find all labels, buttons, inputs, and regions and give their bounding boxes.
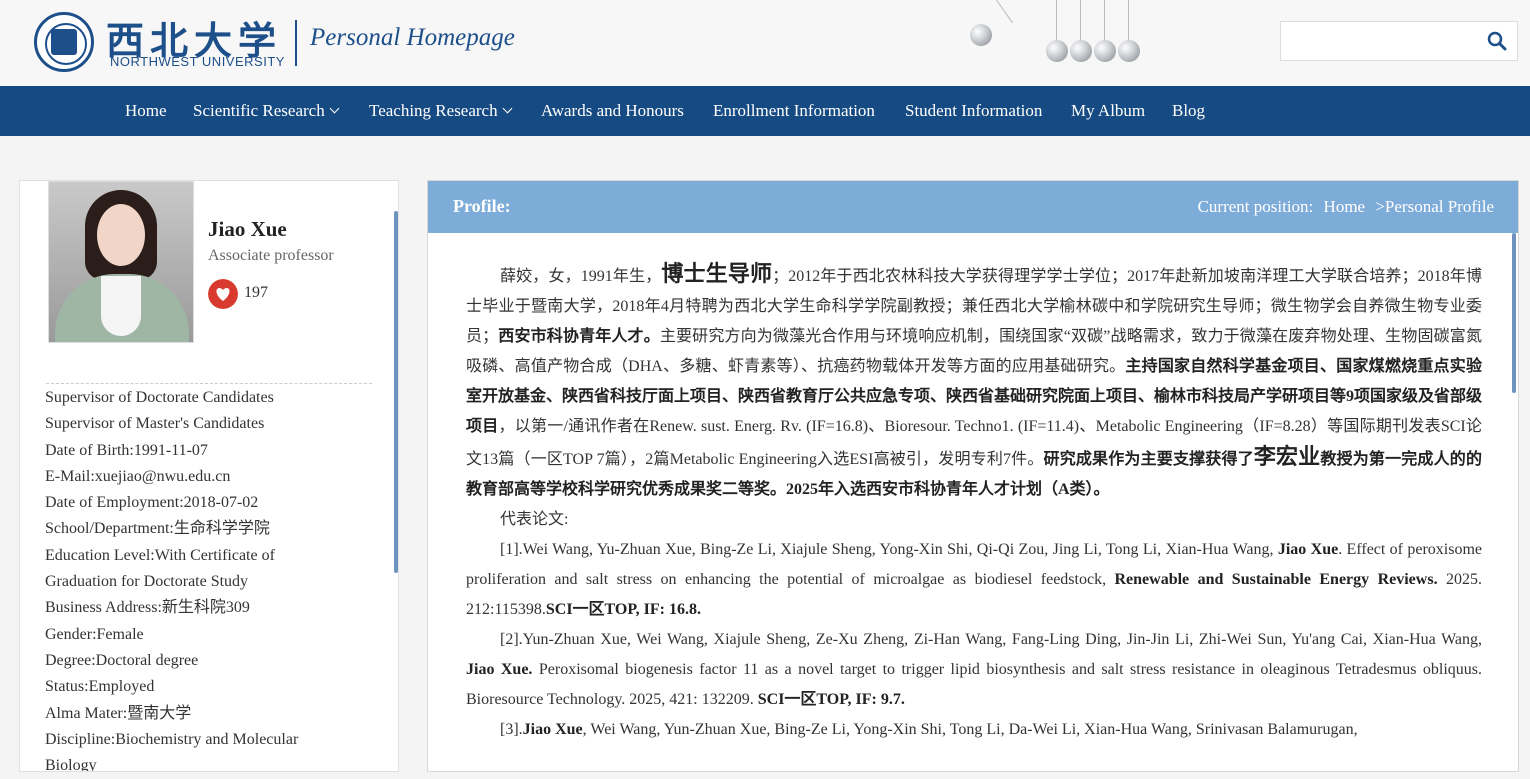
info-item: E-Mail:xuejiao@nwu.edu.cn xyxy=(45,467,231,485)
info-item: Status:Employed xyxy=(45,678,155,696)
paper-entry: [2].Yun-Zhuan Xue, Wei Wang, Xiajule She… xyxy=(466,625,1482,715)
text-run: 博士生导师 xyxy=(661,261,773,286)
text-run: Jiao Xue. xyxy=(466,661,533,678)
profile-sidebar: Jiao Xue Associate professor 197 Supervi… xyxy=(19,180,399,772)
panel-header: Profile: Current position: Home >Persona… xyxy=(428,181,1518,233)
nav-item-awards-and-honours[interactable]: Awards and Honours xyxy=(541,86,684,136)
chevron-down-icon xyxy=(329,103,340,114)
info-item: Degree:Doctoral degree xyxy=(45,651,199,669)
profile-name: Jiao Xue xyxy=(208,217,287,241)
text-run: SCI一区TOP, IF: 16.8. xyxy=(545,601,702,618)
info-item: Biology xyxy=(45,757,97,772)
text-run: 李宏业 xyxy=(1253,444,1321,469)
info-item: Date of Employment:2018-07-02 xyxy=(45,494,259,512)
breadcrumb-home-link[interactable]: Home xyxy=(1324,197,1366,216)
divider xyxy=(46,383,372,384)
search-icon[interactable] xyxy=(1487,31,1507,51)
profile-photo xyxy=(48,181,194,343)
panel-title: Profile: xyxy=(453,196,511,216)
info-item: Graduation for Doctorate Study xyxy=(45,573,249,591)
nav-item-student-information[interactable]: Student Information xyxy=(905,86,1042,136)
nav-item-teaching-research[interactable]: Teaching Research xyxy=(369,86,513,136)
text-run: Peroxisomal biogenesis factor 11 as a no… xyxy=(466,661,1483,708)
text-run: [3]. xyxy=(500,721,523,738)
seal-emblem xyxy=(51,29,77,55)
chevron-down-icon xyxy=(502,103,513,114)
main-nav: Home Scientific Research Teaching Resear… xyxy=(0,86,1530,136)
info-item: Alma Mater:暨南大学 xyxy=(45,704,192,722)
profile-title: Associate professor xyxy=(208,247,334,264)
papers-heading: 代表论文: xyxy=(466,505,1482,535)
text-run: 研究成果作为主要支撑获得了 xyxy=(1043,451,1254,468)
profile-panel: Profile: Current position: Home >Persona… xyxy=(427,180,1519,772)
nav-item-blog[interactable]: Blog xyxy=(1172,86,1205,136)
profile-info-list: Supervisor of Doctorate Candidates Super… xyxy=(45,385,365,772)
text-run: 代表论文: xyxy=(500,511,569,528)
text-run: Jiao Xue xyxy=(522,721,583,738)
newtons-cradle-decoration xyxy=(960,0,1160,72)
breadcrumb-current: >Personal Profile xyxy=(1375,197,1494,216)
logo-divider xyxy=(295,20,297,66)
text-run: SCI一区TOP, IF: 9.7. xyxy=(757,691,905,708)
info-item: Education Level:With Certificate of xyxy=(45,546,275,564)
info-item: Supervisor of Doctorate Candidates xyxy=(45,389,274,406)
university-name-en: NORTHWEST UNIVERSITY xyxy=(110,54,285,69)
paper-entry: [1].Wei Wang, Yu-Zhuan Xue, Bing-Ze Li, … xyxy=(466,535,1482,625)
info-item: Gender:Female xyxy=(45,625,144,643)
sidebar-scrollbar[interactable] xyxy=(394,211,398,573)
nav-item-home[interactable]: Home xyxy=(125,86,167,136)
nav-item-scientific-research[interactable]: Scientific Research xyxy=(193,86,340,136)
search-input[interactable] xyxy=(1280,21,1518,61)
site-name: Personal Homepage xyxy=(310,24,515,51)
breadcrumb: Current position: Home >Personal Profile xyxy=(1192,197,1494,217)
like-count: 197 xyxy=(244,284,268,301)
university-seal-logo[interactable] xyxy=(34,12,94,72)
info-item: Date of Birth:1991-11-07 xyxy=(45,441,208,459)
text-run: [2].Yun-Zhuan Xue, Wei Wang, Xiajule She… xyxy=(500,631,1482,648)
info-item: Discipline:Biochemistry and Molecular xyxy=(45,730,299,748)
bio-content: 薛姣，女，1991年生，博士生导师；2012年于西北农林科技大学获得理学学士学位… xyxy=(466,259,1482,745)
bio-paragraph: 薛姣，女，1991年生，博士生导师；2012年于西北农林科技大学获得理学学士学位… xyxy=(466,259,1482,505)
nav-item-my-album[interactable]: My Album xyxy=(1071,86,1145,136)
text-run: [1].Wei Wang, Yu-Zhuan Xue, Bing-Ze Li, … xyxy=(500,541,1278,558)
info-item: Business Address:新生科院309 xyxy=(45,599,250,617)
nav-item-enrollment-information[interactable]: Enrollment Information xyxy=(713,86,875,136)
header: 西北大学 NORTHWEST UNIVERSITY Personal Homep… xyxy=(0,0,1530,86)
paper-entry: [3].Jiao Xue, Wei Wang, Yun-Zhuan Xue, B… xyxy=(466,715,1482,745)
breadcrumb-label: Current position: xyxy=(1197,197,1314,216)
text-run: , Wei Wang, Yun-Zhuan Xue, Bing-Ze Li, Y… xyxy=(582,721,1358,738)
text-run: 西安市科协青年人才。 xyxy=(498,328,660,345)
text-run: Jiao Xue xyxy=(1277,541,1339,558)
panel-scrollbar[interactable] xyxy=(1512,233,1516,393)
text-run: 薛姣，女，1991年生， xyxy=(500,268,662,285)
text-run: Renewable and Sustainable Energy Reviews… xyxy=(1114,571,1438,588)
info-item: School/Department:生命科学学院 xyxy=(45,520,270,538)
like-heart-icon[interactable] xyxy=(208,279,238,309)
info-item: Supervisor of Master's Candidates xyxy=(45,415,265,433)
